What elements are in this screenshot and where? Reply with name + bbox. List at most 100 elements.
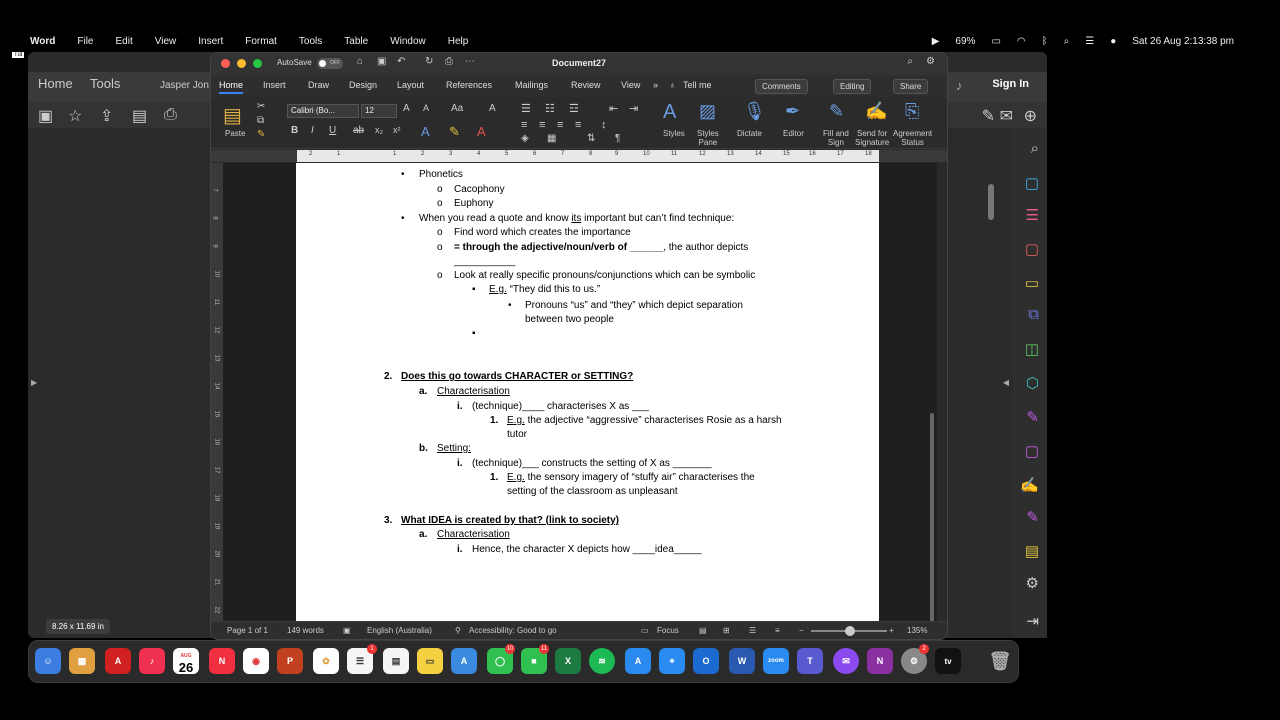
menu-insert[interactable]: Insert: [198, 36, 223, 47]
zoom-out-icon[interactable]: −: [799, 626, 804, 635]
zoom-icon[interactable]: ⌕: [1031, 140, 1039, 157]
acrobat-scrollbar[interactable]: [988, 184, 994, 220]
font-name-select[interactable]: Calibri (Bo...: [287, 104, 359, 118]
control-center-icon[interactable]: ☰: [1085, 36, 1094, 47]
align-left-icon[interactable]: ≡: [521, 119, 527, 131]
outlook-icon[interactable]: O: [693, 648, 719, 674]
settings-icon[interactable]: ⚙: [926, 56, 935, 67]
decrease-font-icon[interactable]: A: [423, 103, 429, 113]
messenger-icon[interactable]: ✉: [833, 648, 859, 674]
accessibility-status[interactable]: Accessibility: Good to go: [469, 626, 557, 635]
music-icon[interactable]: ♪: [139, 648, 165, 674]
draft-icon[interactable]: ≡: [775, 626, 780, 635]
tab-draw[interactable]: Draw: [308, 80, 329, 90]
right-collapse-icon[interactable]: ◀: [1003, 378, 1009, 387]
acrobat-tab-tools[interactable]: Tools: [90, 76, 120, 91]
cut-icon[interactable]: ✂: [257, 101, 265, 112]
styles-pane-icon[interactable]: ▨: [699, 101, 716, 122]
share-button[interactable]: Share: [893, 79, 929, 94]
menu-view[interactable]: View: [155, 36, 177, 47]
align-center-icon[interactable]: ≡: [539, 119, 545, 131]
menu-tools[interactable]: Tools: [299, 36, 322, 47]
create-pdf-icon[interactable]: ▢: [1025, 240, 1039, 258]
increase-indent-icon[interactable]: ⇥: [629, 102, 638, 115]
zoom-level[interactable]: 135%: [907, 626, 927, 635]
powerpoint-icon[interactable]: P: [277, 648, 303, 674]
comments-button[interactable]: Comments: [755, 79, 808, 94]
superscript-icon[interactable]: x²: [393, 125, 401, 135]
scan-icon[interactable]: ⬡: [1026, 374, 1039, 392]
star-icon[interactable]: ☆: [68, 106, 82, 126]
stickies-icon[interactable]: ▭: [417, 648, 443, 674]
paste-label[interactable]: Paste: [225, 129, 245, 138]
news-icon[interactable]: N: [209, 648, 235, 674]
onenote-icon[interactable]: N: [867, 648, 893, 674]
page-count[interactable]: Page 1 of 1: [227, 626, 268, 635]
fill-sign-label[interactable]: Fill and Sign: [823, 129, 849, 147]
accessibility-icon[interactable]: ⚲: [455, 626, 461, 635]
format-painter-icon[interactable]: ✎: [257, 129, 265, 140]
organize-pages-icon[interactable]: ☰: [1026, 206, 1039, 224]
zoom-app-icon[interactable]: zoom: [763, 648, 789, 674]
print-icon[interactable]: ⎙: [164, 106, 177, 124]
acrobat-icon[interactable]: A: [105, 648, 131, 674]
editing-button[interactable]: Editing: [833, 79, 872, 94]
zoom-in-icon[interactable]: +: [889, 626, 894, 635]
lightbulb-icon[interactable]: ♁: [669, 80, 676, 90]
safari-icon[interactable]: ⌖: [659, 648, 685, 674]
web-layout-icon[interactable]: ⊞: [723, 626, 730, 635]
photos-icon[interactable]: ✿: [313, 648, 339, 674]
bold-icon[interactable]: B: [291, 125, 298, 136]
numbering-icon[interactable]: ☷: [545, 102, 555, 115]
app-store-icon[interactable]: A: [625, 648, 651, 674]
justify-icon[interactable]: ≡: [575, 119, 581, 131]
pen-icon[interactable]: ✎: [982, 106, 995, 126]
combine-icon[interactable]: ⧉: [1028, 306, 1039, 323]
copy-icon[interactable]: ⧉: [257, 115, 264, 126]
tab-references[interactable]: References: [446, 80, 492, 90]
menu-window[interactable]: Window: [390, 36, 426, 47]
siri-icon[interactable]: ●: [1110, 36, 1116, 47]
outline-icon[interactable]: ☰: [749, 626, 756, 635]
tab-layout[interactable]: Layout: [397, 80, 424, 90]
send-icon[interactable]: ▤: [1025, 542, 1039, 560]
battery-icon[interactable]: ▭: [991, 36, 1000, 47]
subscript-icon[interactable]: x₂: [375, 125, 383, 135]
zoom-tool-icon[interactable]: ⊕: [1024, 106, 1037, 126]
launchpad-icon[interactable]: ▦: [69, 648, 95, 674]
sort-icon[interactable]: ⇅: [587, 133, 595, 144]
calendar-icon[interactable]: AUG 26: [173, 648, 199, 674]
editor-label[interactable]: Editor: [783, 129, 804, 138]
font-color-icon[interactable]: A: [477, 124, 486, 139]
mail-icon[interactable]: ✉: [1000, 106, 1013, 126]
compress-icon[interactable]: ◫: [1025, 340, 1039, 358]
agreement-icon[interactable]: ⎘: [905, 101, 919, 122]
tab-insert[interactable]: Insert: [263, 80, 286, 90]
collapse-icon[interactable]: ⇥: [1026, 612, 1039, 630]
menu-format[interactable]: Format: [245, 36, 277, 47]
tab-home[interactable]: Home: [219, 80, 244, 94]
proofing-icon[interactable]: ▣: [343, 626, 351, 635]
shading-icon[interactable]: ◈: [521, 133, 529, 144]
clear-formatting-icon[interactable]: A: [489, 103, 496, 114]
comment-icon[interactable]: ▭: [1025, 274, 1039, 292]
editor-icon[interactable]: ✒: [785, 101, 800, 122]
line-spacing-icon[interactable]: ↕: [601, 119, 607, 131]
menu-file[interactable]: File: [77, 36, 93, 47]
focus-button[interactable]: Focus: [657, 626, 679, 635]
acrobat-tab-home[interactable]: Home: [38, 76, 73, 91]
send-signature-icon[interactable]: ✍: [865, 101, 887, 122]
microphone-icon[interactable]: 🎙: [743, 101, 766, 122]
document-page[interactable]: • Phonetics o Cacophony o Euphony • When…: [296, 163, 879, 623]
chrome-icon[interactable]: ◉: [243, 648, 269, 674]
wifi-icon[interactable]: ◠: [1017, 36, 1026, 47]
pilcrow-icon[interactable]: ¶: [615, 133, 620, 144]
paste-icon[interactable]: ▤: [223, 103, 242, 128]
decrease-indent-icon[interactable]: ⇤: [609, 102, 618, 115]
multilevel-list-icon[interactable]: ☲: [569, 102, 579, 115]
horizontal-ruler[interactable]: 2 1 1 2 3 4 5 6 7 8 9 10 11 12 13 14 15 …: [211, 150, 947, 162]
agreement-label[interactable]: Agreement Status: [893, 129, 932, 147]
bell-icon[interactable]: ♪: [956, 78, 963, 93]
upload-icon[interactable]: ⇪: [100, 106, 113, 126]
export-pdf-icon[interactable]: ▢: [1025, 174, 1039, 192]
